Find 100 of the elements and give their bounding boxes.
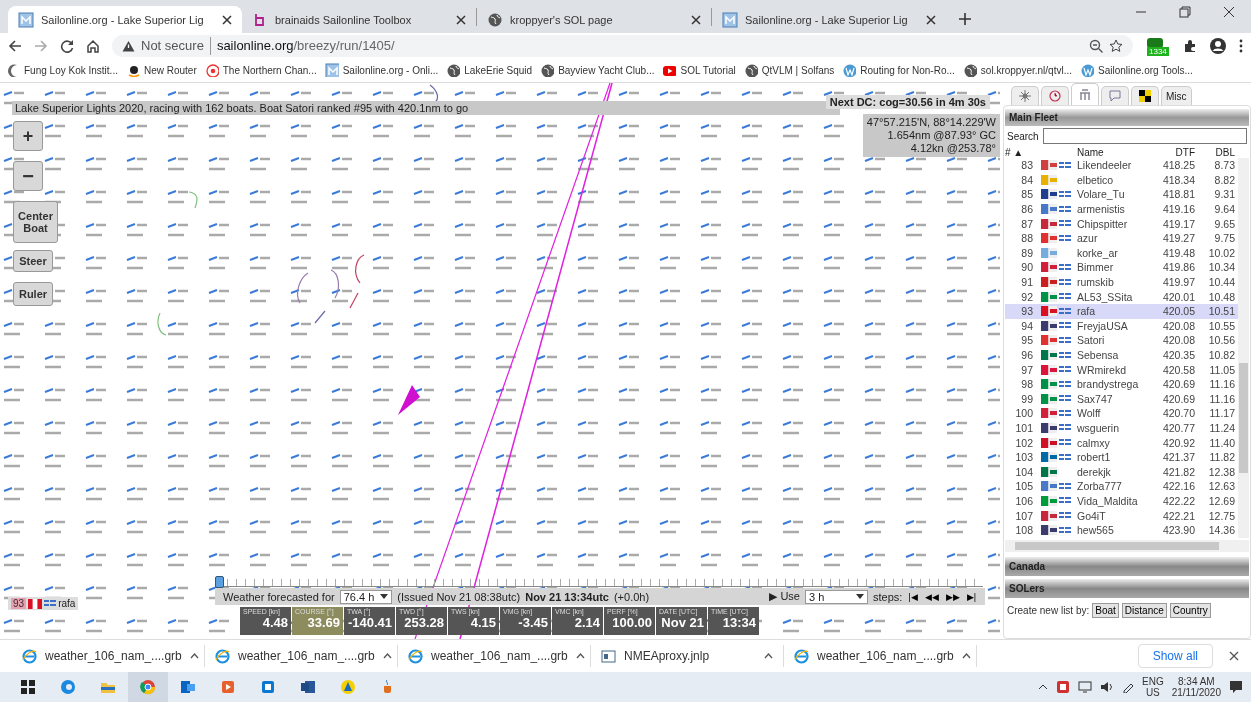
fleet-row[interactable]: 106 Vida_Maldita 422.22 12.69	[1005, 493, 1238, 509]
browser-tab[interactable]: Sailonline.org - Lake Superior Lig	[712, 6, 946, 33]
fleet-row[interactable]: 104 derekjk 421.82 12.38	[1005, 464, 1238, 480]
fleet-row[interactable]: 102 calmxy 420.92 11.40	[1005, 435, 1238, 450]
zoom-icon[interactable]	[1089, 38, 1103, 53]
fleet-row[interactable]: 107 Go4iT 422.21 12.75	[1005, 508, 1238, 523]
map-button[interactable]: −	[13, 161, 43, 191]
panel-tab[interactable]: Misc	[1161, 86, 1192, 105]
bookmark[interactable]: SOL Tutorial	[662, 63, 736, 77]
fleet-row[interactable]: 101 wsguerin 420.77 11.24	[1005, 420, 1238, 436]
home-icon[interactable]	[86, 38, 100, 53]
close-icon[interactable]	[222, 14, 232, 25]
fleet-row[interactable]: 87 Chipspitter 419.17 9.65	[1005, 216, 1238, 231]
app-icon[interactable]	[1056, 680, 1070, 694]
restore-icon[interactable]	[1179, 6, 1191, 18]
step-nav-button[interactable]: ▶|	[965, 591, 977, 602]
bookmark[interactable]: Sailonline.org Tools...	[1080, 63, 1193, 77]
bookmark[interactable]: Bayview Yacht Club...	[540, 63, 655, 77]
scroll-thumb[interactable]	[1239, 363, 1248, 473]
create-list-button[interactable]: Country	[1169, 603, 1211, 618]
browser-icon[interactable]	[60, 679, 76, 695]
search-field[interactable]	[1042, 128, 1247, 144]
address-bar[interactable]: Not secure sailonline.org/breezy/run/1405/	[112, 34, 1133, 57]
bookmark[interactable]: sol.kroppyer.nl/qtvl...	[962, 63, 1072, 77]
bookmark[interactable]: New Router	[125, 63, 197, 77]
timeline-thumb[interactable]	[215, 576, 224, 588]
fleet-row[interactable]: 84 elbetico 418.34 8.82	[1005, 172, 1238, 188]
step-select[interactable]: 3 h	[804, 589, 868, 604]
fleet-row[interactable]: 93 rafa 420.05 10.51	[1005, 303, 1238, 319]
fleet-row[interactable]: 94 FreyjaUSA 420.08 10.55	[1005, 318, 1238, 334]
browser-tab[interactable]: Sailonline.org - Lake Superior Lig	[8, 6, 242, 33]
close-icon[interactable]	[691, 14, 701, 25]
bookmark[interactable]: Fung Loy Kok Instit...	[6, 63, 118, 77]
bookmark[interactable]: Sailonline.org - Onli...	[324, 63, 439, 77]
column-header[interactable]: DBL	[1197, 146, 1235, 158]
map-button[interactable]: Ruler	[13, 282, 53, 306]
fleet-row[interactable]: 97 WRmirekd 420.58 11.05	[1005, 362, 1238, 377]
fleet-row[interactable]: 90 Bimmer 419.86 10.34	[1005, 260, 1238, 275]
create-list-button[interactable]: Distance	[1121, 603, 1167, 618]
app-icon[interactable]	[260, 679, 276, 695]
fleet-row[interactable]: 89 korke_ar 419.48 10.02	[1005, 245, 1238, 261]
fleet-row[interactable]: 92 AL53_SSita 420.01 10.48	[1005, 289, 1238, 304]
fleet-row[interactable]: 88 azur 419.27 9.75	[1005, 230, 1238, 246]
download-item[interactable]: weather_106_nam_....grb	[784, 645, 977, 667]
step-nav-button[interactable]: ▶▶	[944, 591, 961, 602]
close-icon[interactable]	[1223, 6, 1235, 18]
vertical-scrollbar[interactable]	[1238, 158, 1249, 538]
language-indicator[interactable]: ENG US	[1142, 676, 1164, 698]
clock[interactable]: 8:34 AM 21/11/2020	[1171, 676, 1221, 698]
caret-up-icon[interactable]	[382, 653, 392, 659]
scroll-thumb[interactable]	[1015, 542, 1219, 550]
media-icon[interactable]	[220, 679, 236, 695]
star-icon[interactable]	[1109, 38, 1123, 53]
download-item[interactable]: weather_106_nam_....grb	[12, 645, 205, 667]
caret-up-icon[interactable]	[764, 653, 773, 659]
extension-icon[interactable]	[1145, 35, 1165, 48]
caret-up-icon[interactable]	[575, 653, 585, 659]
browser-icon[interactable]	[140, 679, 156, 695]
network-icon[interactable]	[1078, 681, 1092, 693]
map-button[interactable]: Center Boat	[13, 201, 58, 243]
fleet-row[interactable]: 99 Sax747 420.69 11.16	[1005, 391, 1238, 407]
bookmark[interactable]: The Northern Chan...	[204, 63, 317, 77]
fleet-row[interactable]: 85 Volare_Tu 418.81 9.31	[1005, 187, 1238, 202]
fleet-row[interactable]: 103 robert1 421.37 11.82	[1005, 449, 1238, 465]
caret-up-icon[interactable]	[961, 653, 971, 659]
document-icon[interactable]	[300, 679, 316, 695]
reload-icon[interactable]	[60, 38, 74, 53]
bookmark[interactable]: Routing for Non-Ro...	[842, 63, 955, 77]
close-icon[interactable]	[456, 14, 466, 25]
fleet-row[interactable]: 83 Likendeeler 418.25 8.73	[1005, 158, 1238, 173]
map-button[interactable]: Steer	[13, 250, 53, 272]
fleet-row[interactable]: 105 Zorba777 422.16 12.63	[1005, 479, 1238, 494]
caret-up-icon[interactable]	[189, 653, 199, 659]
fleet-row[interactable]: 100 Wolff 420.70 11.17	[1005, 406, 1238, 421]
download-item[interactable]: weather_106_nam_....grb	[398, 645, 591, 667]
step-nav-button[interactable]: |◀	[907, 591, 919, 602]
speaker-icon[interactable]	[1100, 681, 1114, 693]
list-header[interactable]: SOLers	[1005, 579, 1249, 598]
fleet-row[interactable]: 86 armenistis 419.16 9.64	[1005, 201, 1238, 217]
download-item[interactable]: NMEAproxy.jnlp	[591, 645, 784, 667]
fleet-row[interactable]: 96 Sebensa 420.35 10.82	[1005, 347, 1238, 363]
close-icon[interactable]	[1229, 651, 1239, 661]
chevron-up-icon[interactable]	[1038, 684, 1048, 690]
list-header[interactable]: Main Fleet	[1005, 109, 1249, 126]
panel-tab[interactable]	[1131, 86, 1159, 105]
mail-icon[interactable]	[180, 679, 196, 695]
notification-icon[interactable]	[1229, 680, 1243, 694]
create-list-button[interactable]: Boat	[1092, 603, 1119, 618]
profile-icon[interactable]	[1209, 36, 1227, 55]
range-select[interactable]: 76.4 h	[339, 589, 393, 604]
puzzle-icon[interactable]	[1183, 38, 1197, 53]
browser-tab[interactable]: kroppyer's SOL page	[477, 6, 711, 33]
fleet-row[interactable]: 98 brandystrega 420.69 11.16	[1005, 376, 1238, 392]
download-item[interactable]: weather_106_nam_....grb	[205, 645, 398, 667]
bookmark[interactable]: LakeErie Squid	[446, 63, 533, 77]
fleet-row[interactable]: 108 hew565 423.90 14.36	[1005, 522, 1238, 538]
fleet-row[interactable]: 95 Satori 420.08 10.56	[1005, 333, 1238, 348]
start-icon[interactable]	[20, 679, 36, 695]
new-tab-icon[interactable]	[958, 12, 972, 26]
column-header[interactable]: # ▲	[1005, 146, 1033, 158]
